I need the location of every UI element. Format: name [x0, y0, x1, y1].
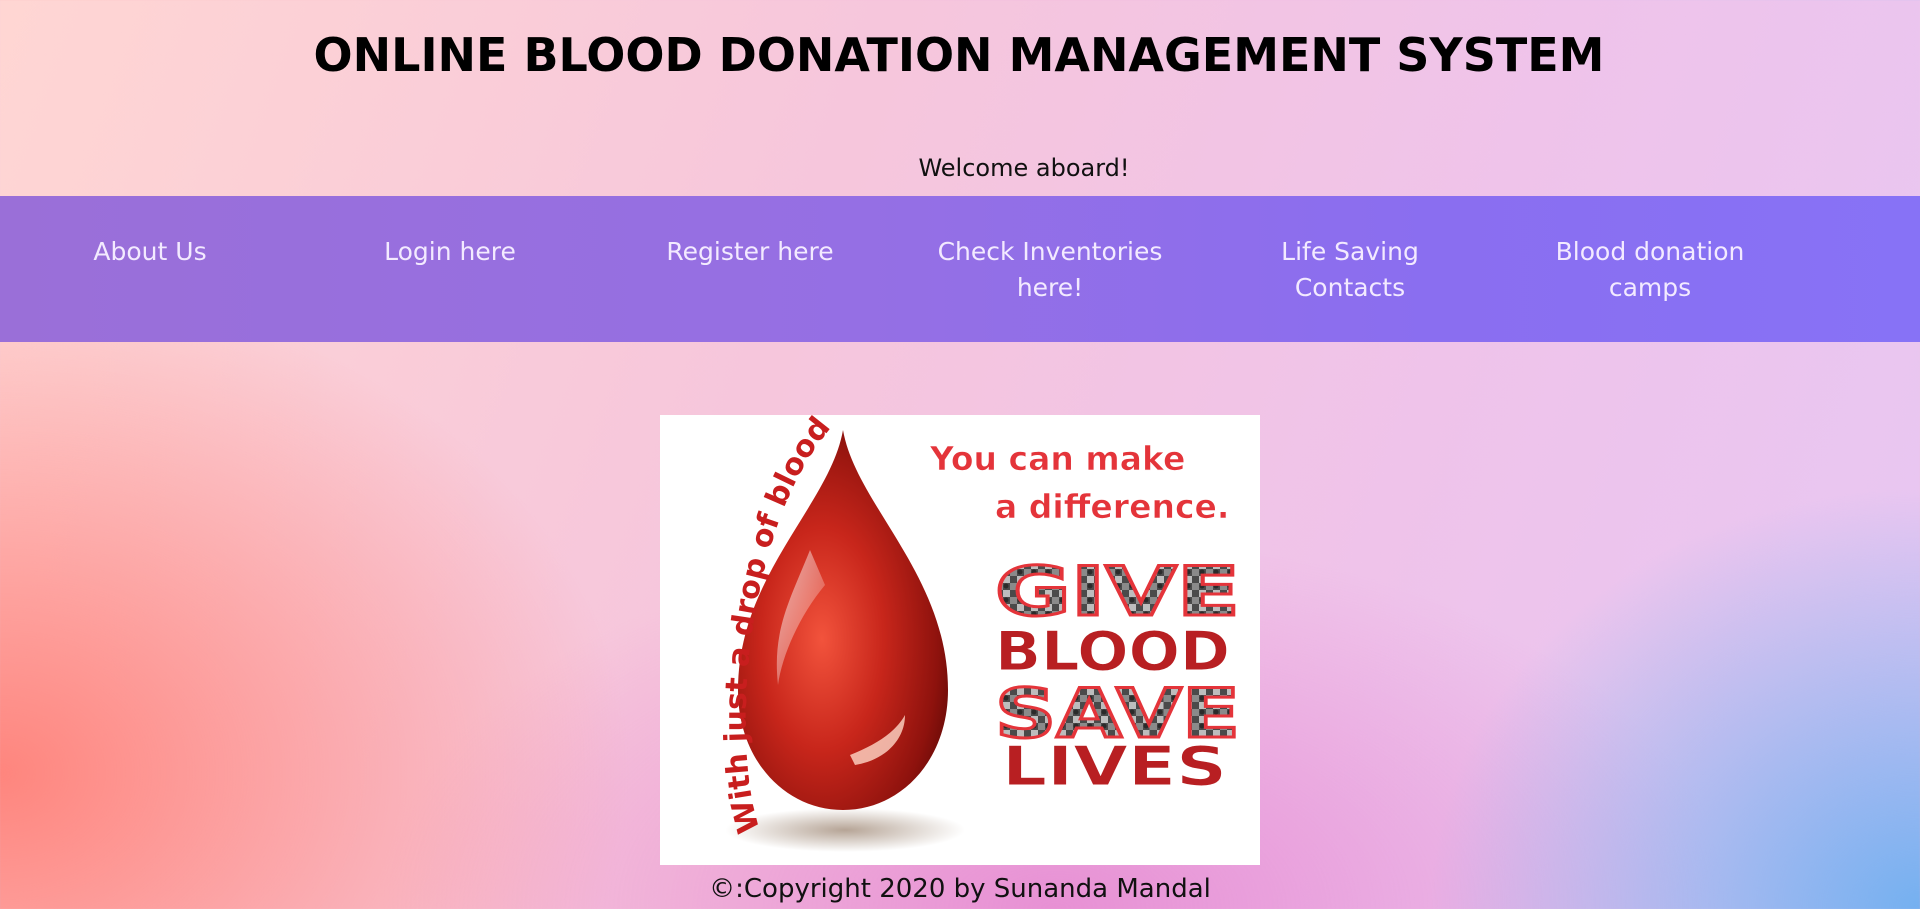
main-navigation: About Us Login here Register here Check … [0, 196, 1920, 342]
nav-login[interactable]: Login here [315, 234, 585, 270]
slogan-line-1: You can make [929, 439, 1185, 478]
nav-register[interactable]: Register here [615, 234, 885, 270]
welcome-text: Welcome aboard! [918, 154, 1130, 182]
word-lives: LIVES [1002, 735, 1227, 798]
word-blood: BLOOD [995, 620, 1230, 683]
nav-life-saving-contacts[interactable]: Life Saving Contacts [1215, 234, 1485, 306]
nav-about-us[interactable]: About Us [15, 234, 285, 270]
nav-check-inventories[interactable]: Check Inventories here! [915, 234, 1185, 306]
blood-donation-poster: With just a drop of blood, You can make … [660, 415, 1260, 865]
page-title: ONLINE BLOOD DONATION MANAGEMENT SYSTEM [313, 28, 1605, 82]
copyright-footer: ©:Copyright 2020 by Sunanda Mandal [709, 874, 1211, 904]
slogan-line-2: a difference. [995, 487, 1229, 526]
nav-blood-donation-camps[interactable]: Blood donation camps [1515, 234, 1785, 306]
